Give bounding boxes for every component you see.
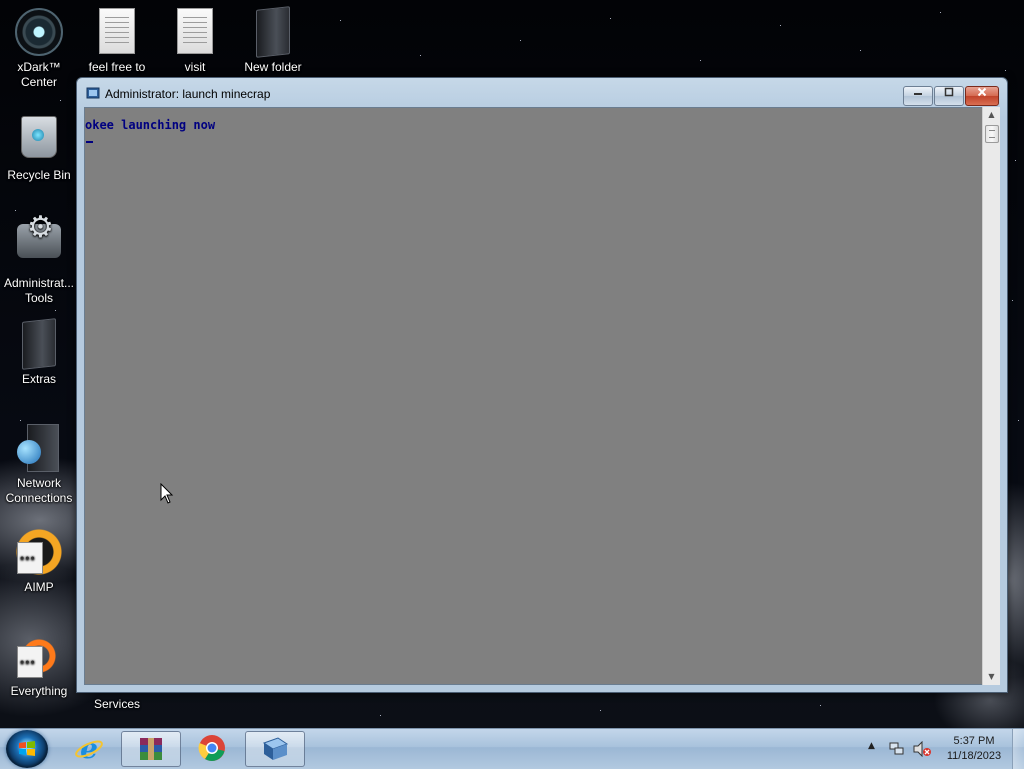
- taskbar-winrar[interactable]: [121, 731, 181, 767]
- folder-icon: [256, 6, 290, 58]
- internet-explorer-icon: e: [75, 734, 103, 762]
- aimp-icon: [15, 528, 63, 576]
- desktop-icon-network-connections[interactable]: Network Connections: [0, 424, 78, 506]
- close-icon: [977, 87, 987, 97]
- text-document-icon: [177, 8, 213, 54]
- vertical-scrollbar[interactable]: ▲ ▼: [982, 107, 1000, 685]
- windows-logo-icon: [19, 741, 35, 756]
- svg-text:e: e: [80, 734, 98, 762]
- console-output-area[interactable]: okee launching now: [84, 107, 983, 685]
- system-clock[interactable]: 5:37 PM 11/18/2023: [938, 734, 1010, 764]
- close-button[interactable]: [965, 86, 999, 106]
- desktop-icon-xdark-center[interactable]: xDark™ Center: [0, 8, 78, 90]
- desktop-icon-new-folder[interactable]: New folder: [234, 6, 312, 75]
- minimize-icon: [914, 93, 922, 95]
- scrollbar-thumb[interactable]: [985, 125, 999, 143]
- administrative-tools-icon: [17, 220, 61, 258]
- mouse-pointer-icon: [160, 483, 174, 504]
- restore-icon: [944, 87, 954, 97]
- desktop-icon-visit[interactable]: visit: [156, 8, 234, 75]
- desktop-icon-label: Everything: [10, 684, 68, 698]
- desktop-icon-label: Extras: [21, 372, 56, 386]
- desktop-icon-label: Administrat... Tools: [3, 276, 75, 305]
- desktop-icon-label: Recycle Bin: [7, 168, 71, 182]
- text-cursor: [86, 141, 93, 143]
- desktop-icon-everything[interactable]: Everything: [0, 632, 78, 699]
- xdark-center-icon: [15, 8, 63, 56]
- chrome-icon: [198, 735, 225, 761]
- taskbar-google-chrome[interactable]: [183, 731, 241, 765]
- desktop-icon-administrative-tools[interactable]: Administrat... Tools: [0, 216, 78, 306]
- desktop-icon-label: Network Connections: [5, 476, 73, 505]
- console-icon: [262, 737, 289, 760]
- desktop-icon-services[interactable]: Services: [78, 697, 156, 712]
- desktop-icon-aimp[interactable]: AIMP: [0, 528, 78, 595]
- window-title: Administrator: launch minecrap: [105, 87, 271, 101]
- taskbar-command-prompt[interactable]: [245, 731, 305, 767]
- desktop-icon-label: visit: [184, 60, 206, 74]
- everything-icon: [15, 632, 63, 680]
- console-output-text: okee launching now: [85, 118, 216, 132]
- start-button[interactable]: [6, 730, 48, 768]
- scroll-down-arrow-icon[interactable]: ▼: [983, 669, 1000, 685]
- desktop-icon-label: feel free to: [88, 60, 146, 74]
- desktop-icon-extras[interactable]: Extras: [0, 318, 78, 387]
- window-title-bar[interactable]: Administrator: launch minecrap: [77, 78, 1007, 108]
- console-icon: [86, 87, 100, 99]
- desktop-icon-label: xDark™ Center: [17, 60, 61, 89]
- minimize-button[interactable]: [903, 86, 933, 106]
- desktop-icon-label: AIMP: [24, 580, 54, 594]
- desktop-icon-feel-free-to[interactable]: feel free to: [78, 8, 156, 75]
- desktop-icon-label: Services: [93, 697, 140, 711]
- desktop-icon-recycle-bin[interactable]: Recycle Bin: [0, 112, 78, 183]
- recycle-bin-icon: [21, 116, 57, 158]
- show-desktop-button[interactable]: [1012, 729, 1024, 769]
- text-document-icon: [99, 8, 135, 54]
- maximize-button[interactable]: [934, 86, 964, 106]
- show-hidden-icons-button[interactable]: ▲: [868, 741, 875, 751]
- network-tray-icon[interactable]: [889, 741, 905, 757]
- volume-muted-icon[interactable]: [912, 741, 932, 757]
- desktop-icon-label: New folder: [244, 60, 302, 74]
- winrar-icon: [140, 738, 162, 760]
- taskbar-internet-explorer[interactable]: e: [60, 731, 118, 765]
- scroll-up-arrow-icon[interactable]: ▲: [983, 107, 1000, 123]
- console-window[interactable]: Administrator: launch minecrap okee laun…: [76, 77, 1008, 693]
- clock-date: 11/18/2023: [946, 750, 1002, 762]
- network-connections-icon: [15, 424, 63, 472]
- folder-icon: [22, 318, 56, 370]
- taskbar: e ▲ 5:37 PM 11/18/2023: [0, 728, 1024, 769]
- clock-time: 5:37 PM: [953, 735, 995, 747]
